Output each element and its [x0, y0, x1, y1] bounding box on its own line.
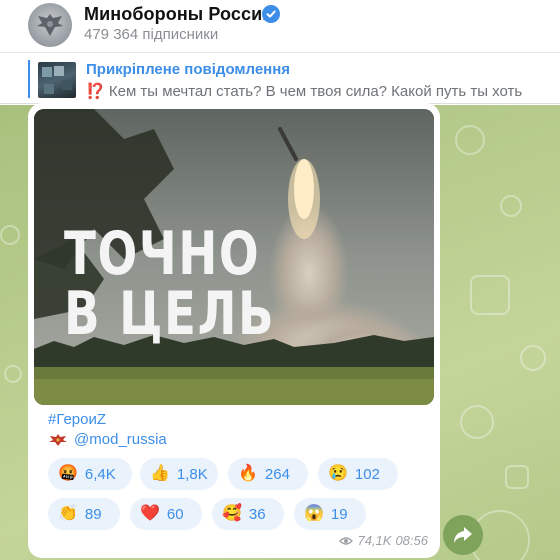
reaction-heart[interactable]: ❤️ 60	[130, 498, 202, 530]
channel-avatar[interactable]	[28, 3, 72, 47]
reaction-thumbs-up[interactable]: 👍 1,8K	[140, 458, 218, 490]
reaction-count: 102	[354, 465, 380, 483]
post-photo[interactable]: ТОЧНО В ЦЕЛЬ	[34, 109, 434, 405]
hashtag-link[interactable]: #ГероиZ	[48, 411, 106, 428]
channel-handle[interactable]: @mod_russia	[74, 431, 167, 448]
message-time: 08:56	[395, 533, 428, 548]
crying-face-icon: 😢	[328, 465, 348, 482]
pinned-indicator	[28, 60, 30, 98]
verified-badge-icon	[262, 5, 280, 23]
share-arrow-icon	[454, 527, 472, 543]
reaction-fire[interactable]: 🔥 264	[228, 458, 308, 490]
share-button[interactable]	[443, 515, 483, 555]
pinned-text: Кем ты мечтал стать? В чем твоя сила? Ка…	[108, 83, 523, 100]
message-meta: 74,1K 08:56	[339, 533, 428, 548]
reaction-count: 36	[248, 505, 266, 523]
channel-title[interactable]: Минобороны России	[84, 4, 273, 25]
subscriber-count: 479 364 підписники	[84, 26, 219, 43]
reaction-crying[interactable]: 😢 102	[318, 458, 398, 490]
ministry-emblem-icon	[37, 14, 63, 36]
smiling-hearts-icon: 🥰	[222, 505, 242, 522]
reaction-count: 6,4K	[84, 465, 116, 483]
photo-caption-line1: ТОЧНО	[64, 219, 261, 289]
reaction-angry[interactable]: 🤬 6,4K	[48, 458, 132, 490]
reaction-screaming[interactable]: 😱 19	[294, 498, 366, 530]
angry-face-icon: 🤬	[58, 465, 78, 482]
screaming-face-icon: 😱	[304, 505, 324, 522]
reaction-count: 60	[166, 505, 184, 523]
view-count: 74,1K	[357, 533, 392, 548]
reaction-smiling-hearts[interactable]: 🥰 36	[212, 498, 284, 530]
reaction-count: 1,8K	[176, 465, 208, 483]
pinned-thumbnail	[38, 62, 76, 98]
heart-icon: ❤️	[140, 505, 160, 522]
pinned-title: Прикріплене повідомлення	[86, 61, 291, 78]
fire-icon: 🔥	[238, 465, 258, 482]
reaction-count: 89	[84, 505, 102, 523]
reaction-count: 19	[330, 505, 348, 523]
reaction-clap[interactable]: 👏 89	[48, 498, 120, 530]
channel-handle-row[interactable]: @mod_russia	[48, 431, 167, 448]
clapping-hands-icon: 👏	[58, 505, 78, 522]
exclamation-question-icon: ⁉️	[86, 83, 105, 100]
message-bubble: ТОЧНО В ЦЕЛЬ #ГероиZ @mod_russia 🤬 6,4K …	[28, 103, 440, 558]
pinned-message-bar[interactable]: Прикріплене повідомлення ⁉️ Кем ты мечта…	[0, 52, 560, 104]
thumbs-up-icon: 👍	[150, 465, 170, 482]
photo-caption-line2: В ЦЕЛЬ	[64, 279, 276, 349]
chat-header: Минобороны России 479 364 підписники	[0, 0, 560, 50]
eagle-emblem-icon	[49, 433, 67, 446]
reaction-count: 264	[264, 465, 290, 483]
photo-caption: ТОЧНО В ЦЕЛЬ	[64, 224, 275, 344]
eye-icon	[339, 536, 354, 545]
pinned-preview: ⁉️ Кем ты мечтал стать? В чем твоя сила?…	[86, 82, 560, 100]
